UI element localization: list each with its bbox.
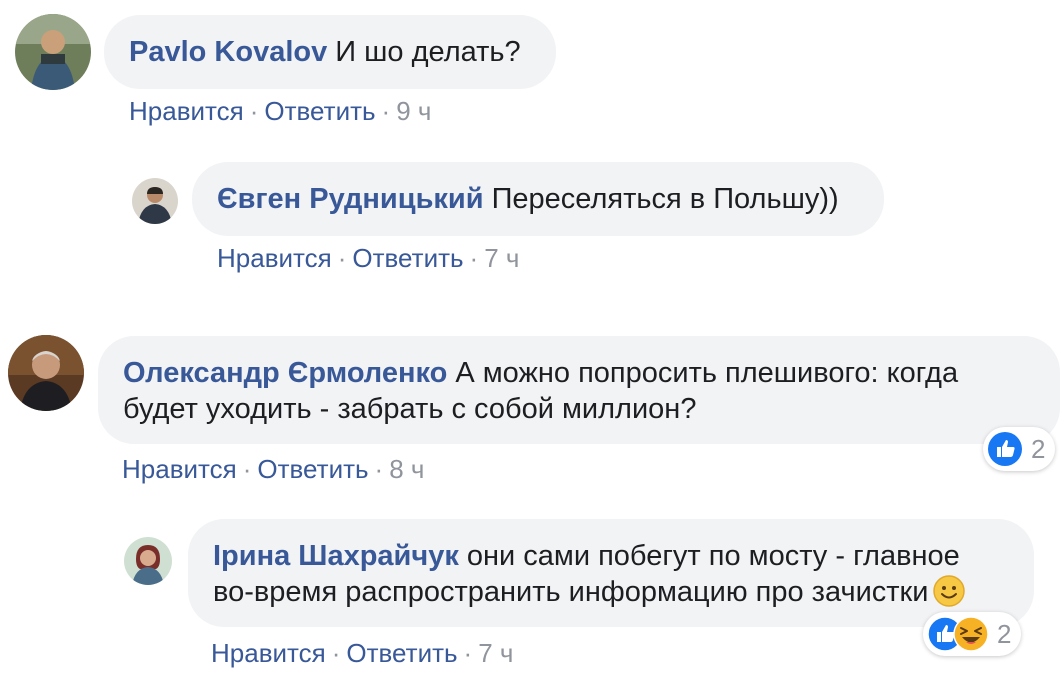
comment-line: во-время распространить информацию про з… — [213, 574, 1010, 610]
like-link[interactable]: Нравится — [217, 243, 332, 273]
comment-text: будет уходить - забрать с собой миллион? — [123, 393, 697, 425]
avatar-iryna-shakhraichuk[interactable] — [124, 537, 172, 585]
avatar-pavlo-kovalov[interactable] — [15, 14, 91, 90]
reactions-summary[interactable]: 2 — [983, 427, 1056, 471]
avatar-yevhen-rudnytskyi[interactable] — [132, 178, 178, 224]
haha-icon — [953, 616, 989, 652]
like-link[interactable]: Нравится — [129, 96, 244, 126]
avatar-oleksandr-yermolenko[interactable] — [8, 335, 84, 411]
comment-bubble: Олександр Єрмоленко А можно попросить пле… — [98, 336, 1060, 444]
comment-actions: Нравится · Ответить · 8 ч — [122, 454, 424, 484]
smiley-emoji-icon — [932, 574, 966, 608]
separator: · — [331, 638, 341, 668]
separator: · — [463, 638, 473, 668]
reaction-count: 2 — [997, 618, 1012, 649]
separator: · — [381, 96, 391, 126]
reply-link[interactable]: Ответить — [257, 454, 368, 484]
comment-author[interactable]: Pavlo Kovalov — [129, 36, 327, 68]
separator: · — [469, 243, 479, 273]
reply-link[interactable]: Ответить — [264, 96, 375, 126]
comment-actions: Нравится · Ответить · 7 ч — [211, 638, 513, 668]
separator: · — [249, 96, 259, 126]
avatar-photo — [132, 178, 178, 224]
reply-link[interactable]: Ответить — [346, 638, 457, 668]
timestamp[interactable]: 8 ч — [389, 454, 424, 484]
comment-text: они сами побегут по мосту - главное — [466, 540, 960, 572]
comment-author[interactable]: Євген Рудницький — [217, 183, 484, 215]
comment-text: во-время распространить информацию про з… — [213, 576, 929, 608]
timestamp[interactable]: 7 ч — [484, 243, 519, 273]
comment-bubble: Ірина Шахрайчук они сами побегут по мосту… — [188, 519, 1034, 627]
separator: · — [374, 454, 384, 484]
comment-text: А можно попросить плешивого: когда — [455, 357, 959, 389]
comment-author[interactable]: Олександр Єрмоленко — [123, 357, 447, 389]
comment-line: Олександр Єрмоленко А можно попросить пле… — [123, 355, 1036, 391]
avatar-photo — [124, 537, 172, 585]
reply-link[interactable]: Ответить — [352, 243, 463, 273]
timestamp[interactable]: 7 ч — [478, 638, 513, 668]
reactions-summary[interactable]: 2 — [923, 612, 1022, 656]
avatar-photo — [8, 335, 84, 411]
comment-author[interactable]: Ірина Шахрайчук — [213, 540, 459, 572]
avatar-photo — [15, 14, 91, 90]
separator: · — [337, 243, 347, 273]
like-link[interactable]: Нравится — [211, 638, 326, 668]
comment-text: Переселяться в Польшу)) — [491, 183, 839, 215]
comment-actions: Нравится · Ответить · 7 ч — [217, 243, 519, 273]
like-link[interactable]: Нравится — [122, 454, 237, 484]
comment-line: Ірина Шахрайчук они сами побегут по мосту… — [213, 538, 1010, 574]
comment-bubble: Pavlo Kovalov И шо делать? — [104, 15, 556, 89]
comment-text: И шо делать? — [335, 36, 521, 68]
comment-bubble: Євген Рудницький Переселяться в Польшу)) — [192, 162, 884, 236]
reaction-count: 2 — [1031, 433, 1046, 464]
separator: · — [242, 454, 252, 484]
comment-actions: Нравится · Ответить · 9 ч — [129, 96, 431, 126]
timestamp[interactable]: 9 ч — [396, 96, 431, 126]
like-icon — [987, 431, 1023, 467]
